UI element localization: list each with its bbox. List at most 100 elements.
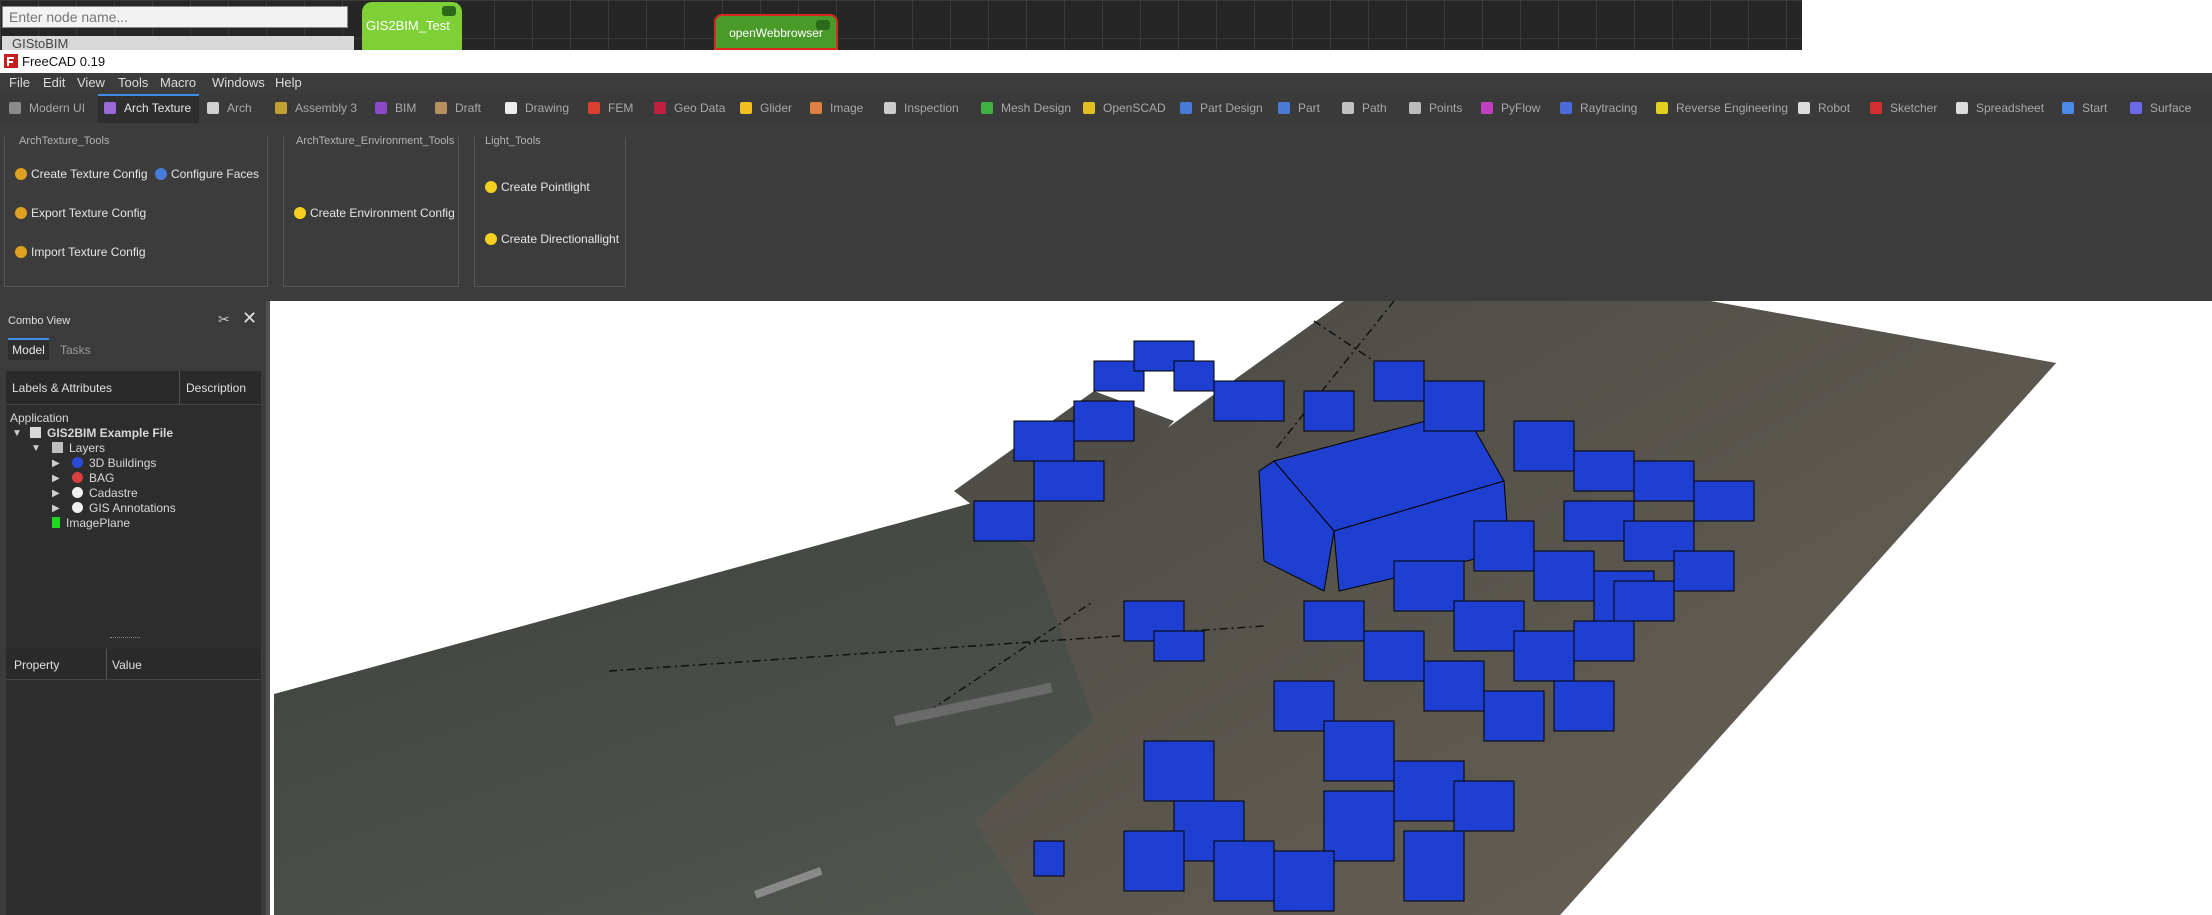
create-environment-config-button[interactable]: Create Environment Config — [294, 206, 455, 220]
tab-fem[interactable]: FEM — [588, 94, 633, 123]
layer-icon — [72, 487, 83, 498]
tab-reverse-engineering[interactable]: Reverse Engineering — [1656, 94, 1788, 123]
tab-arch-texture[interactable]: Arch Texture — [98, 94, 200, 123]
configure-faces-button[interactable]: Configure Faces — [155, 167, 259, 181]
create-pointlight-button[interactable]: Create Pointlight — [485, 180, 590, 194]
3d-scene — [274, 301, 2056, 915]
close-icon[interactable]: ✕ — [242, 308, 257, 329]
tab-model[interactable]: Model — [8, 338, 49, 360]
node-search-input[interactable] — [2, 6, 348, 28]
tab-mesh-design[interactable]: Mesh Design — [981, 94, 1071, 123]
tab-image[interactable]: Image — [810, 94, 863, 123]
pin-icon[interactable]: ✂ — [218, 311, 230, 328]
start-icon — [2062, 102, 2074, 114]
tab-openscad[interactable]: OpenSCAD — [1083, 94, 1166, 123]
inspection-icon — [884, 102, 896, 114]
tab-start[interactable]: Start — [2062, 94, 2107, 123]
3d-viewport[interactable] — [274, 301, 2212, 915]
node-list-item[interactable]: GIStoBIM — [2, 36, 354, 50]
group-light-tools: Light_Tools Create Pointlight Create Dir… — [474, 135, 626, 287]
group-environment-tools: ArchTexture_Environment_Tools Create Env… — [283, 135, 459, 287]
tab-inspection[interactable]: Inspection — [884, 94, 959, 123]
column-value[interactable]: Value — [112, 658, 142, 672]
pointlight-icon — [485, 181, 497, 193]
tab-part-design[interactable]: Part Design — [1180, 94, 1263, 123]
tab-spreadsheet[interactable]: Spreadsheet — [1956, 94, 2044, 123]
tab-glider[interactable]: Glider — [740, 94, 792, 123]
part-icon — [1278, 102, 1290, 114]
tree-item-imageplane[interactable]: ImagePlane — [52, 516, 130, 530]
node-gis2bim-test[interactable]: GIS2BIM_Test — [362, 2, 462, 50]
menu-edit[interactable]: Edit — [43, 75, 65, 90]
tree-item-layers[interactable]: Layers — [52, 441, 105, 455]
configure-faces-icon — [155, 168, 167, 180]
draft-icon — [435, 102, 447, 114]
tab-pyflow[interactable]: PyFlow — [1481, 94, 1540, 123]
tab-assembly-3[interactable]: Assembly 3 — [275, 94, 357, 123]
part-design-icon — [1180, 102, 1192, 114]
tab-geo-data[interactable]: Geo Data — [654, 94, 725, 123]
node-menu-icon[interactable] — [442, 6, 456, 16]
layer-icon — [72, 457, 83, 468]
tab-draft[interactable]: Draft — [435, 94, 481, 123]
environment-icon — [294, 207, 306, 219]
tab-drawing[interactable]: Drawing — [505, 94, 569, 123]
surface-icon — [2130, 102, 2142, 114]
arch-texture-icon — [104, 102, 116, 114]
menu-tools[interactable]: Tools — [118, 75, 148, 90]
import-texture-config-button[interactable]: Import Texture Config — [15, 245, 146, 259]
drawing-icon — [505, 102, 517, 114]
tab-arch[interactable]: Arch — [207, 94, 252, 123]
fem-icon — [588, 102, 600, 114]
node-title: openWebbrowser — [729, 26, 823, 40]
menu-view[interactable]: View — [77, 75, 105, 90]
tab-surface[interactable]: Surface — [2130, 94, 2191, 123]
menu-help[interactable]: Help — [275, 75, 302, 90]
sketcher-icon — [1870, 102, 1882, 114]
bim-icon — [375, 102, 387, 114]
create-directionallight-button[interactable]: Create Directionallight — [485, 232, 619, 246]
tab-points[interactable]: Points — [1409, 94, 1462, 123]
reverse-engineering-icon — [1656, 102, 1668, 114]
chevron-right-icon[interactable]: ▶ — [52, 503, 60, 514]
export-texture-config-button[interactable]: Export Texture Config — [15, 206, 146, 220]
combo-view-title: Combo View — [8, 315, 71, 327]
tab-part[interactable]: Part — [1278, 94, 1320, 123]
tree-item-3d-buildings[interactable]: 3D Buildings — [72, 456, 156, 470]
create-texture-config-button[interactable]: Create Texture Config — [15, 167, 148, 181]
geo-data-icon — [654, 102, 666, 114]
node-openwebbrowser[interactable]: openWebbrowser — [714, 14, 838, 50]
property-view: Property Value — [6, 649, 261, 915]
column-labels-attributes[interactable]: Labels & Attributes — [12, 381, 112, 395]
tab-modern-ui[interactable]: Modern UI — [9, 94, 85, 123]
tree-item-bag[interactable]: BAG — [72, 471, 114, 485]
menu-windows[interactable]: Windows — [212, 75, 265, 90]
chevron-down-icon[interactable]: ▼ — [31, 443, 41, 454]
chevron-right-icon[interactable]: ▶ — [52, 488, 60, 499]
modern-ui-icon — [9, 102, 21, 114]
menu-macro[interactable]: Macro — [160, 75, 196, 90]
chevron-down-icon[interactable]: ▼ — [12, 428, 22, 439]
mesh-design-icon — [981, 102, 993, 114]
tab-sketcher[interactable]: Sketcher — [1870, 94, 1937, 123]
tree-item-cadastre[interactable]: Cadastre — [72, 486, 138, 500]
tree-item-document[interactable]: GIS2BIM Example File — [30, 426, 173, 440]
column-description[interactable]: Description — [186, 381, 246, 395]
menu-file[interactable]: File — [9, 75, 30, 90]
menu-bar: File Edit View Tools Macro Windows Help — [0, 73, 2212, 94]
tab-bim[interactable]: BIM — [375, 94, 416, 123]
tab-tasks[interactable]: Tasks — [60, 340, 91, 360]
chevron-right-icon[interactable]: ▶ — [52, 473, 60, 484]
panel-splitter[interactable] — [110, 637, 140, 640]
node-menu-icon[interactable] — [816, 20, 830, 30]
title-bar: FreeCAD 0.19 — [0, 50, 2212, 73]
layers-icon — [52, 442, 63, 453]
chevron-right-icon[interactable]: ▶ — [52, 458, 60, 469]
node-title: GIS2BIM_Test — [366, 18, 450, 33]
tree-item-gis-annotations[interactable]: GIS Annotations — [72, 501, 176, 515]
column-property[interactable]: Property — [14, 658, 59, 672]
raytracing-icon — [1560, 102, 1572, 114]
tab-robot[interactable]: Robot — [1798, 94, 1850, 123]
tab-raytracing[interactable]: Raytracing — [1560, 94, 1637, 123]
tab-path[interactable]: Path — [1342, 94, 1387, 123]
